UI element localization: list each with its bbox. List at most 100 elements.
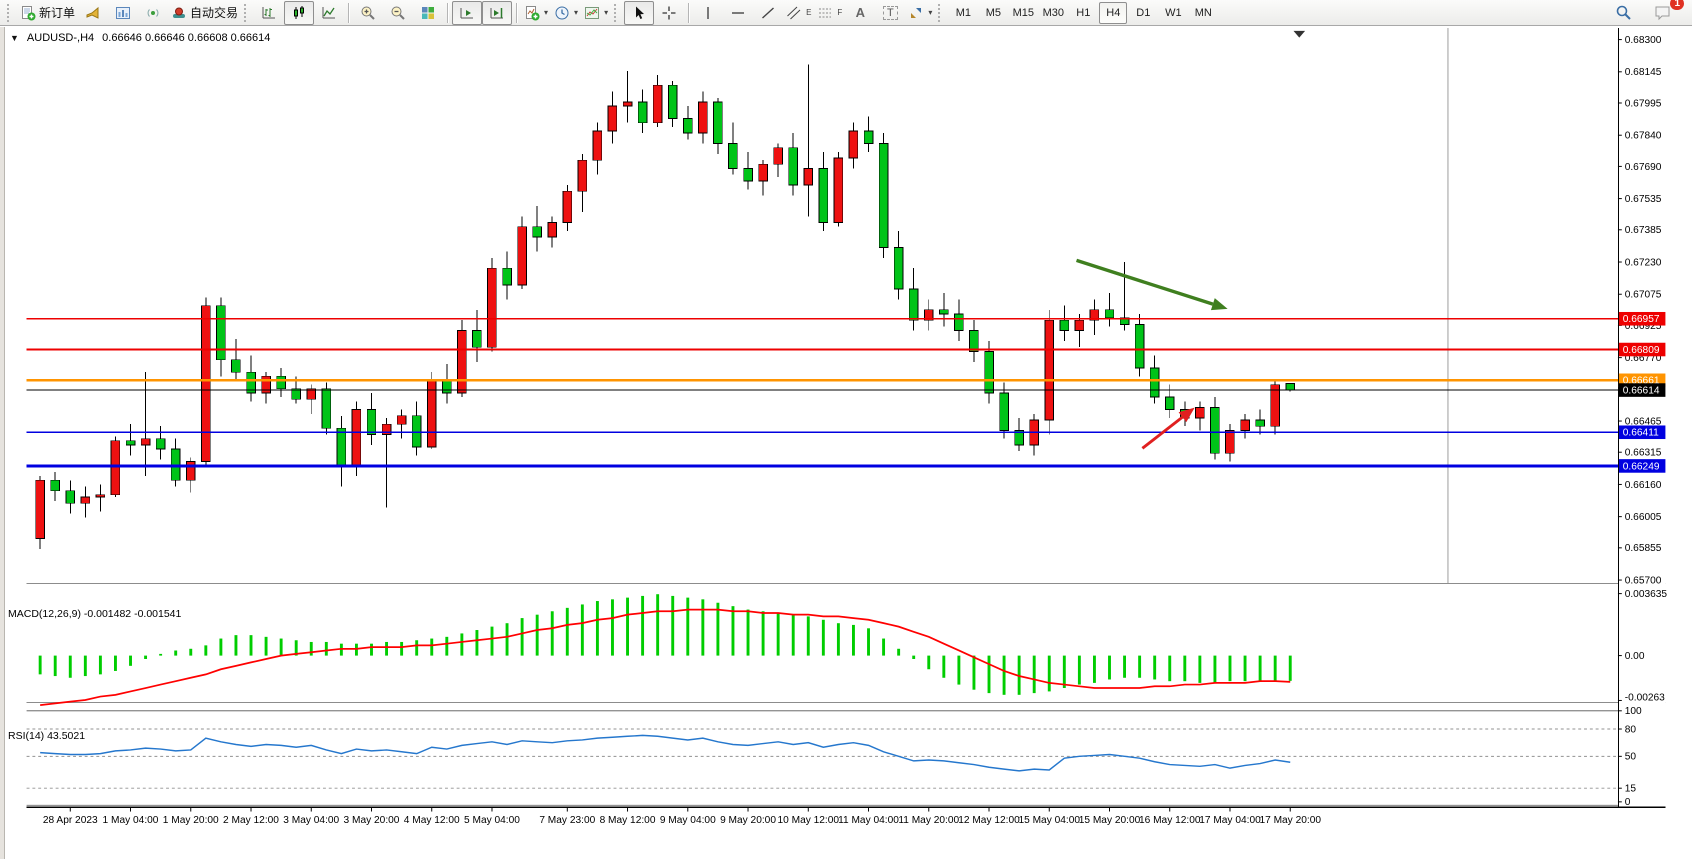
cursor-tool-button[interactable] — [624, 1, 654, 25]
candle-body-down — [879, 144, 888, 248]
candle-body-up — [774, 148, 783, 165]
price-tick-label: 0.67690 — [1625, 162, 1662, 173]
chart-shift-button[interactable] — [482, 1, 512, 25]
timeframe-M15[interactable]: M15 — [1009, 2, 1037, 24]
toolbar-grip[interactable] — [614, 4, 621, 22]
crosshair-tool-button[interactable] — [654, 1, 684, 25]
price-tick-label: 0.67535 — [1625, 194, 1662, 205]
candle-body-down — [337, 428, 346, 465]
zoom-out-button[interactable] — [383, 1, 413, 25]
vertical-line-icon — [700, 5, 716, 21]
tile-windows-icon — [420, 5, 436, 21]
price-badge-label: 0.66411 — [1623, 428, 1659, 439]
candle-body-up — [186, 462, 195, 481]
timeframe-MN[interactable]: MN — [1189, 2, 1217, 24]
candle-body-up — [488, 268, 497, 347]
price-chart[interactable]: 0.683000.681450.679950.678400.676900.675… — [0, 27, 1692, 859]
toolbar-grip[interactable] — [244, 4, 251, 22]
timeframe-H1[interactable]: H1 — [1069, 2, 1097, 24]
chart-menu-toggle-icon[interactable]: ▼ — [10, 33, 19, 43]
candle-body-down — [217, 306, 226, 360]
megaphone-icon — [85, 5, 101, 21]
price-tick-label: 0.65700 — [1625, 575, 1662, 586]
periods-button[interactable]: ▾ — [551, 1, 581, 25]
notifications-button[interactable]: 1 — [1648, 1, 1678, 25]
time-tick-label: 5 May 04:00 — [464, 815, 520, 826]
time-tick-label: 17 May 20:00 — [1259, 815, 1321, 826]
text-tool-button[interactable]: A — [845, 1, 875, 25]
price-tick-label: 0.67385 — [1625, 225, 1662, 236]
candle-body-down — [156, 439, 165, 449]
line-chart-icon — [321, 5, 337, 21]
candle-body-down — [638, 102, 647, 123]
candle-body-up — [1196, 408, 1205, 418]
time-tick-label: 28 Apr 2023 — [43, 815, 98, 826]
market-watch-button[interactable] — [108, 1, 138, 25]
auto-trading-button[interactable]: 自动交易 — [168, 1, 241, 25]
toolbar-separator — [516, 3, 517, 23]
candle — [1271, 380, 1280, 434]
candle-body-down — [894, 247, 903, 289]
timeframe-H4[interactable]: H4 — [1099, 2, 1127, 24]
candle-body-down — [1150, 368, 1159, 397]
sound-button[interactable] — [78, 1, 108, 25]
rsi-tick-label: 50 — [1625, 752, 1637, 763]
zoom-in-button[interactable] — [353, 1, 383, 25]
candle-body-down — [970, 331, 979, 352]
rsi-indicator-label: RSI(14) 43.5021 — [8, 730, 85, 742]
rsi-tick-label: 100 — [1625, 706, 1642, 717]
channel-e-glyph: E — [806, 8, 811, 17]
timeframe-D1[interactable]: D1 — [1129, 2, 1157, 24]
chart-shift-icon — [489, 5, 505, 21]
price-tick-label: 0.67230 — [1625, 257, 1662, 268]
fibonacci-tool-button[interactable]: F — [814, 1, 845, 25]
vertical-line-tool-button[interactable] — [693, 1, 723, 25]
arrows-tool-button[interactable]: ▾ — [905, 1, 935, 25]
bar-chart-button[interactable] — [254, 1, 284, 25]
candlestick-chart-icon — [291, 5, 307, 21]
toolbar-grip[interactable] — [938, 4, 945, 22]
trendline-tool-button[interactable] — [753, 1, 783, 25]
chart-window-icon — [115, 5, 131, 21]
auto-scroll-button[interactable] — [452, 1, 482, 25]
indicators-button[interactable]: ▾ — [521, 1, 551, 25]
candle — [834, 152, 843, 227]
candle-body-down — [1000, 393, 1009, 430]
candle-body-up — [36, 480, 45, 538]
search-button[interactable] — [1608, 1, 1638, 25]
candlestick-chart-button[interactable] — [284, 1, 314, 25]
candle-body-up — [141, 439, 150, 445]
candle-body-up — [1075, 320, 1084, 330]
candle-body-down — [668, 85, 677, 118]
tile-windows-button[interactable] — [413, 1, 443, 25]
candle-body-down — [1105, 310, 1114, 318]
toolbar-grip[interactable] — [7, 4, 14, 22]
mt4-window: 新订单 自动交易 — [0, 0, 1692, 859]
price-tick-label: 0.67995 — [1625, 98, 1662, 109]
candle-body-up — [759, 164, 768, 181]
macd-tick-label: 0.003635 — [1625, 589, 1668, 600]
horizontal-line-tool-button[interactable] — [723, 1, 753, 25]
time-tick-label: 12 May 12:00 — [958, 815, 1020, 826]
timeframe-W1[interactable]: W1 — [1159, 2, 1187, 24]
line-chart-button[interactable] — [314, 1, 344, 25]
time-tick-label: 15 May 04:00 — [1018, 815, 1080, 826]
timeframe-M1[interactable]: M1 — [949, 2, 977, 24]
label-tool-button[interactable]: T — [875, 1, 905, 25]
candle-body-down — [1165, 397, 1174, 409]
new-order-button[interactable]: 新订单 — [17, 1, 78, 25]
timeframe-M5[interactable]: M5 — [979, 2, 1007, 24]
crosshair-icon — [661, 5, 677, 21]
channel-tool-button[interactable]: E — [783, 1, 814, 25]
main-toolbar: 新订单 自动交易 — [0, 0, 1692, 26]
rsi-tick-label: 80 — [1625, 724, 1637, 735]
candle-body-down — [442, 380, 451, 392]
templates-button[interactable]: ▾ — [581, 1, 611, 25]
candle-body-up — [804, 168, 813, 185]
label-tool-icon: T — [883, 6, 898, 20]
new-order-label: 新订单 — [39, 4, 75, 21]
price-tick-label: 0.67840 — [1625, 131, 1662, 142]
timeframe-M30[interactable]: M30 — [1039, 2, 1067, 24]
candle-body-down — [51, 480, 60, 490]
signals-button[interactable] — [138, 1, 168, 25]
